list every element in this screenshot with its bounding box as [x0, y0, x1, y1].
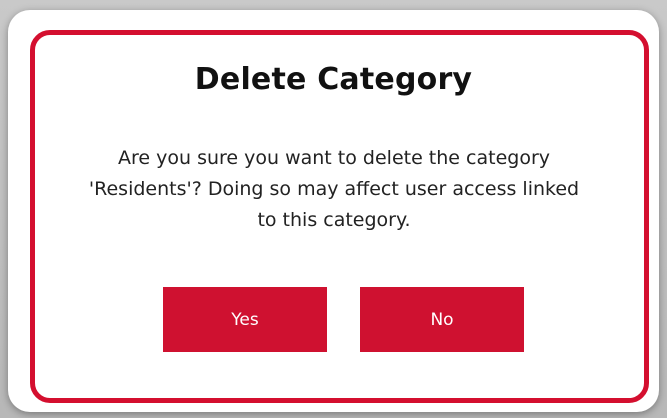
no-button[interactable]: No	[360, 287, 524, 352]
yes-button[interactable]: Yes	[163, 287, 327, 352]
dialog-message: Are you sure you want to delete the cate…	[88, 147, 580, 231]
dialog-title: Delete Category	[194, 62, 473, 97]
dialog-backdrop: Delete Category Are you sure you want to…	[0, 0, 667, 418]
